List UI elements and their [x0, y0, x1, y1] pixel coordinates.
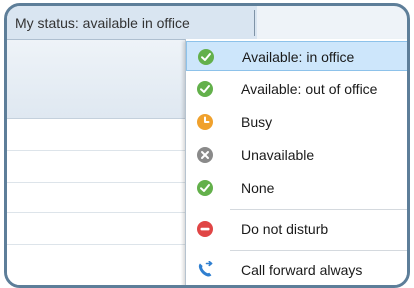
list-row-divider — [7, 182, 185, 183]
contact-list-header — [7, 40, 185, 119]
contact-list-panel — [7, 40, 185, 285]
menu-item-label: Available: out of office — [241, 81, 378, 97]
menu-item-label: Unavailable — [241, 147, 315, 163]
menu-item-available-in-office[interactable]: Available: in office — [186, 41, 407, 71]
phone-forward-icon — [198, 261, 213, 277]
status-bar-divider — [254, 10, 255, 36]
menu-item-label: Available: in office — [242, 49, 355, 65]
menu-item-none[interactable]: None — [186, 173, 407, 203]
menu-item-label: None — [241, 180, 275, 196]
menu-item-available-out-of-office[interactable]: Available: out of office — [186, 74, 407, 104]
menu-item-busy[interactable]: Busy — [186, 107, 407, 137]
menu-item-label: Do not disturb — [241, 221, 329, 237]
list-row-divider — [7, 244, 185, 245]
menu-item-unavailable[interactable]: Unavailable — [186, 140, 407, 170]
menu-item-call-forward-always[interactable]: Call forward always — [186, 255, 407, 285]
status-menu: Available: in office Available: out of o… — [185, 39, 407, 285]
status-text: My status: available in office — [15, 15, 190, 31]
menu-item-label: Call forward always — [241, 262, 363, 278]
status-bar[interactable]: My status: available in office — [7, 6, 257, 40]
menu-item-do-not-disturb[interactable]: Do not disturb — [186, 214, 407, 244]
list-row-divider — [7, 150, 185, 151]
check-circle-icon — [198, 49, 214, 65]
menu-item-label: Busy — [241, 114, 273, 130]
x-circle-icon — [197, 147, 213, 163]
app-frame: My status: available in office Available… — [4, 3, 410, 288]
minus-circle-icon — [197, 221, 213, 237]
check-circle-icon — [197, 180, 213, 196]
menu-separator-highlight — [230, 210, 407, 211]
list-row-divider — [7, 212, 185, 213]
menu-separator-highlight — [230, 251, 407, 252]
clock-icon — [197, 114, 213, 130]
check-circle-icon — [197, 81, 213, 97]
